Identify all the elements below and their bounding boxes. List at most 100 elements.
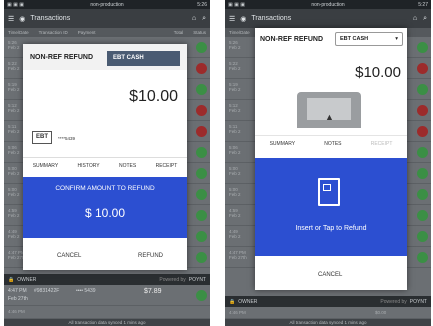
- refund-dialog: NON-REF REFUND EBT CASH $10.00 EBT ****5…: [23, 44, 187, 270]
- card-insert-icon: [318, 178, 340, 206]
- row-time: 4:47 PM: [8, 288, 27, 294]
- tab-notes[interactable]: NOTES: [324, 136, 341, 152]
- tab-notes[interactable]: NOTES: [119, 158, 136, 174]
- row-time: 4:46 PM: [8, 309, 25, 314]
- status-dot: [417, 84, 428, 95]
- status-bar: ▣ ▣ ▣ non-production 5:27: [225, 0, 431, 9]
- confirm-label: CONFIRM AMOUNT TO REFUND: [55, 185, 155, 192]
- status-dot: [417, 63, 428, 74]
- poynt-brand: POYNT: [188, 276, 206, 283]
- row-total: $7.89: [144, 288, 162, 295]
- cancel-button[interactable]: CANCEL: [318, 272, 342, 278]
- payment-type-select[interactable]: EBT CASH ▾: [335, 32, 403, 46]
- status-dot: [196, 290, 207, 301]
- col-id: Transaction ID: [38, 30, 68, 35]
- refund-dialog: NON-REF REFUND EBT CASH ▾ $10.00 ▲ SUMMA…: [255, 28, 407, 290]
- card-number: ****5439: [58, 136, 76, 141]
- tab-bar: SUMMARY HISTORY NOTES RECEIPT: [23, 157, 187, 174]
- refund-button[interactable]: REFUND: [138, 253, 163, 259]
- phone-right: ▣ ▣ ▣ non-production 5:27 ☰ ◉ Transactio…: [225, 0, 431, 326]
- tab-summary[interactable]: SUMMARY: [33, 158, 58, 174]
- lock-icon: 🔒: [8, 276, 15, 283]
- app-title: Transactions: [30, 15, 71, 22]
- status-dot: [417, 147, 428, 158]
- sync-footer: All transaction data synced 1 mins ago: [225, 319, 431, 326]
- poynt-brand: POYNT: [409, 298, 427, 305]
- sync-footer: All transaction data synced 1 mins ago: [4, 319, 210, 326]
- owner-label: OWNER: [238, 298, 258, 305]
- status-dot: [417, 126, 428, 137]
- table-header: Time/Date Transaction ID Payment Total S…: [4, 28, 210, 37]
- tab-history[interactable]: HISTORY: [78, 158, 100, 174]
- status-dot: [196, 252, 207, 263]
- payment-type-label: EBT CASH: [340, 36, 369, 42]
- ebt-card-icon: EBT: [32, 131, 52, 144]
- col-payment: Payment: [77, 30, 96, 35]
- search-icon[interactable]: ⌕: [202, 15, 206, 23]
- status-dot: [196, 63, 207, 74]
- status-dot: [196, 210, 207, 221]
- cancel-button[interactable]: CANCEL: [57, 253, 81, 259]
- powered-by: Powered by: [159, 276, 186, 283]
- insert-panel[interactable]: Insert or Tap to Refund: [255, 158, 407, 256]
- row-id: #9831422F: [34, 288, 60, 294]
- phone-left: ▣ ▣ ▣ non-production 5:26 ☰ ◉ Transactio…: [4, 0, 210, 326]
- lock-icon: 🔒: [229, 298, 236, 305]
- owner-label: OWNER: [17, 276, 37, 283]
- row-date: Feb 27th: [8, 296, 28, 302]
- tab-receipt[interactable]: RECEIPT: [371, 136, 393, 152]
- search-icon[interactable]: ⌕: [423, 15, 427, 23]
- status-dot: [196, 231, 207, 242]
- status-dot: [196, 105, 207, 116]
- home-icon[interactable]: ⌂: [413, 15, 417, 23]
- arrow-up-icon: ▲: [325, 112, 334, 122]
- status-dot: [417, 252, 428, 263]
- table-row[interactable]: 4:47 PM #9831422F •••• 5439 $7.89 Feb 27…: [4, 285, 210, 306]
- table-row[interactable]: 4:46 PM $0.00: [225, 307, 431, 319]
- col-status: Status: [193, 30, 206, 35]
- status-dot: [196, 189, 207, 200]
- col-time: Time/Date: [8, 30, 29, 35]
- status-dot: [196, 147, 207, 158]
- status-dot: [196, 126, 207, 137]
- tab-receipt[interactable]: RECEIPT: [156, 158, 178, 174]
- row-total: $0.00: [375, 310, 387, 315]
- owner-bar: 🔒 OWNER Powered by POYNT: [4, 274, 210, 285]
- table-row[interactable]: 4:46 PM: [4, 306, 210, 319]
- status-dot: [417, 105, 428, 116]
- col-total: Total: [173, 30, 184, 35]
- confirm-amount[interactable]: $ 10.00: [23, 206, 187, 220]
- row-card: •••• 5439: [76, 288, 96, 294]
- dropdown-arrow-icon: ▾: [395, 36, 398, 42]
- app-bar: ☰ ◉ Transactions ⌂ ⌕: [225, 9, 431, 28]
- app-title: Transactions: [251, 15, 292, 22]
- poynt-logo-icon: ◉: [240, 15, 247, 23]
- insert-prompt: Insert or Tap to Refund: [295, 225, 367, 232]
- status-bar: ▣ ▣ ▣ non-production 5:26: [4, 0, 210, 9]
- status-dot: [417, 189, 428, 200]
- terminal-illustration: ▲: [291, 90, 367, 130]
- tab-bar: SUMMARY NOTES RECEIPT: [255, 135, 407, 152]
- status-dot: [417, 168, 428, 179]
- refund-amount: $10.00: [129, 88, 178, 105]
- home-icon[interactable]: ⌂: [192, 15, 196, 23]
- col-time: Time/Date: [229, 30, 250, 35]
- dialog-title: NON-REF REFUND: [30, 54, 93, 61]
- payment-type-select[interactable]: EBT CASH: [107, 51, 180, 66]
- owner-bar: 🔒 OWNER Powered by POYNT: [225, 296, 431, 307]
- row-time: 4:46 PM: [229, 310, 246, 315]
- poynt-logo-icon: ◉: [19, 15, 26, 23]
- tab-summary[interactable]: SUMMARY: [270, 136, 295, 152]
- powered-by: Powered by: [380, 298, 407, 305]
- menu-icon[interactable]: ☰: [229, 15, 235, 23]
- menu-icon[interactable]: ☰: [8, 15, 14, 23]
- refund-amount: $10.00: [355, 64, 401, 81]
- status-label: non-production: [90, 1, 124, 8]
- dialog-title: NON-REF REFUND: [260, 36, 323, 43]
- status-dot: [196, 84, 207, 95]
- status-dot: [196, 42, 207, 53]
- status-dot: [196, 168, 207, 179]
- status-dot: [417, 42, 428, 53]
- status-dot: [417, 231, 428, 242]
- status-dot: [417, 210, 428, 221]
